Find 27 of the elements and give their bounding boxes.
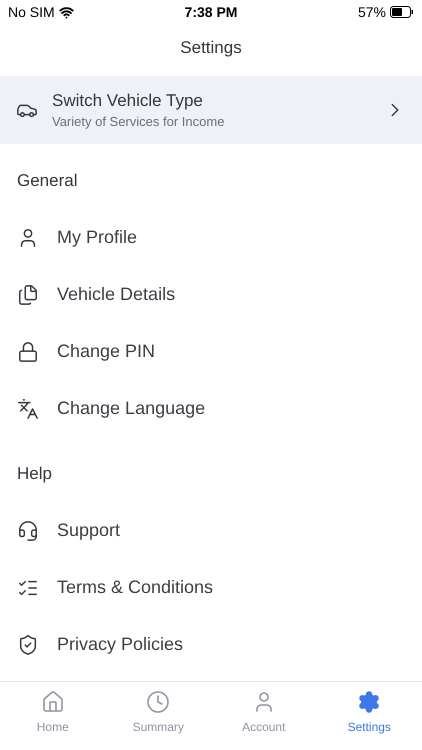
menu-item-icon	[17, 520, 39, 542]
menu-item[interactable]: Change PIN	[57, 341, 156, 362]
carrier-text: No SIM	[8, 4, 55, 20]
tab-item[interactable]: Settings	[316, 682, 422, 750]
battery-text: 57%	[358, 4, 386, 20]
switch-vehicle-banner[interactable]: Switch Vehicle Type Variety of Services for Income	[0, 76, 422, 144]
menu-item[interactable]: Vehicle Details	[57, 284, 176, 305]
clock-text: 7:38 PM	[184, 4, 238, 20]
menu-item[interactable]: Support	[57, 520, 120, 541]
menu-item[interactable]: My Profile	[57, 227, 138, 248]
battery-icon	[390, 6, 414, 18]
menu-item-icon	[17, 340, 39, 362]
tab-icon	[146, 690, 170, 714]
section-heading: General	[17, 170, 78, 190]
menu-item-icon	[17, 634, 39, 656]
page-title: Settings	[180, 38, 242, 57]
menu-item[interactable]: Change Language	[57, 398, 206, 419]
section-heading: Help	[17, 464, 52, 484]
menu-item-icon	[17, 284, 39, 306]
menu-item[interactable]: Privacy Policies	[57, 634, 184, 655]
menu-item[interactable]: Terms & Conditions	[57, 577, 214, 598]
wifi-icon	[58, 4, 74, 20]
tab-icon	[357, 690, 382, 714]
banner-subtitle: Variety of Services for Income	[52, 114, 226, 129]
tab-icon	[40, 690, 65, 714]
menu-item-icon	[17, 398, 39, 420]
banner-title: Switch Vehicle Type	[52, 91, 204, 111]
